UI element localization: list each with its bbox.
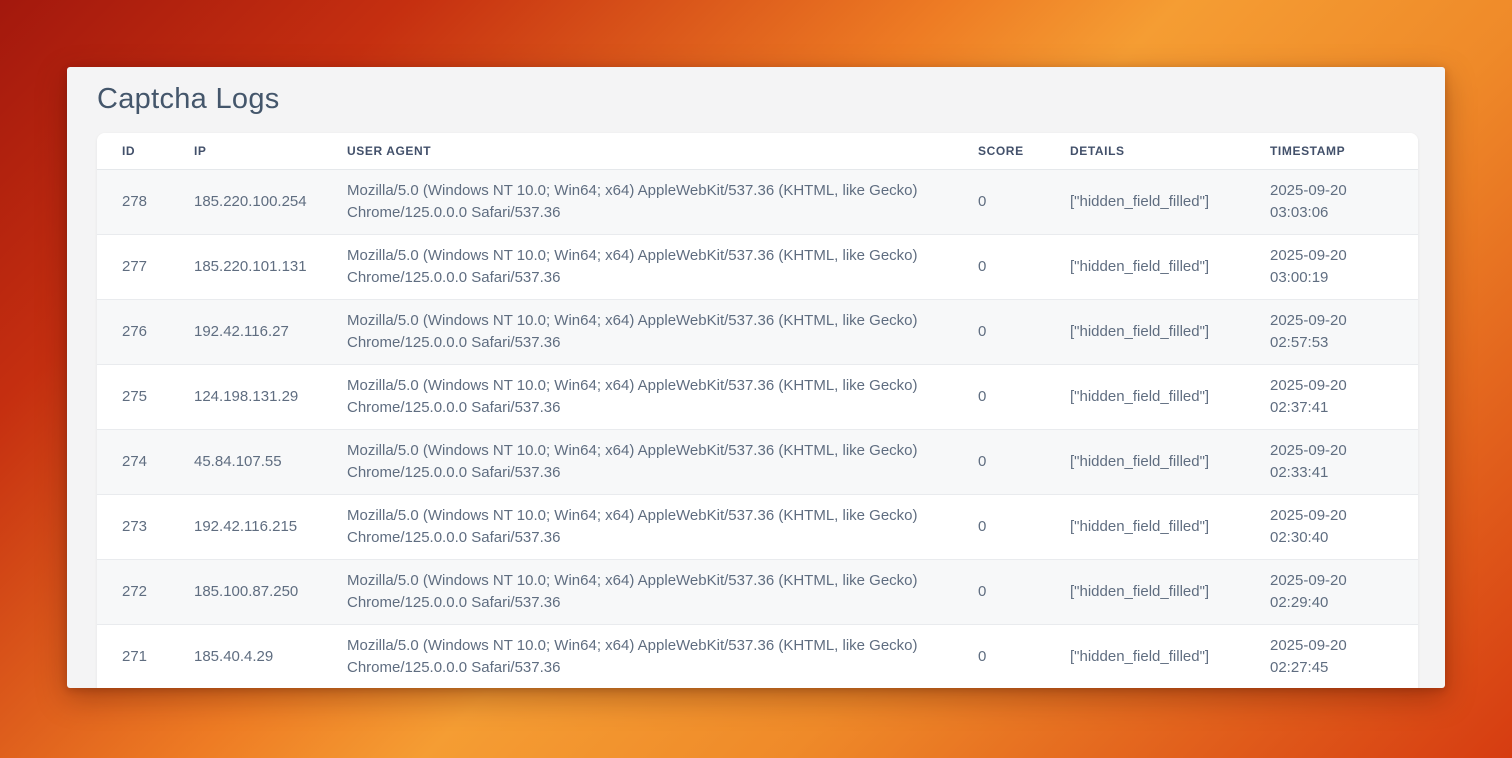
cell-details: ["hidden_field_filled"] <box>1045 169 1245 234</box>
table-body: 278 185.220.100.254 Mozilla/5.0 (Windows… <box>97 169 1418 688</box>
table-row: 272 185.100.87.250 Mozilla/5.0 (Windows … <box>97 559 1418 624</box>
cell-id: 276 <box>97 299 169 364</box>
logs-table-container: ID IP USER AGENT SCORE DETAILS TIMESTAMP… <box>97 133 1418 688</box>
table-row: 274 45.84.107.55 Mozilla/5.0 (Windows NT… <box>97 429 1418 494</box>
cell-ip: 185.220.101.131 <box>169 234 322 299</box>
table-row: 275 124.198.131.29 Mozilla/5.0 (Windows … <box>97 364 1418 429</box>
cell-timestamp: 2025-09-20 02:57:53 <box>1245 299 1418 364</box>
cell-score: 0 <box>953 169 1045 234</box>
cell-user-agent: Mozilla/5.0 (Windows NT 10.0; Win64; x64… <box>322 429 953 494</box>
column-header-score: SCORE <box>953 133 1045 169</box>
cell-user-agent: Mozilla/5.0 (Windows NT 10.0; Win64; x64… <box>322 169 953 234</box>
cell-details: ["hidden_field_filled"] <box>1045 364 1245 429</box>
column-header-details: DETAILS <box>1045 133 1245 169</box>
cell-details: ["hidden_field_filled"] <box>1045 429 1245 494</box>
cell-score: 0 <box>953 559 1045 624</box>
cell-id: 275 <box>97 364 169 429</box>
cell-timestamp: 2025-09-20 03:03:06 <box>1245 169 1418 234</box>
column-header-user-agent: USER AGENT <box>322 133 953 169</box>
cell-user-agent: Mozilla/5.0 (Windows NT 10.0; Win64; x64… <box>322 299 953 364</box>
cell-score: 0 <box>953 429 1045 494</box>
cell-timestamp: 2025-09-20 02:29:40 <box>1245 559 1418 624</box>
cell-details: ["hidden_field_filled"] <box>1045 494 1245 559</box>
cell-timestamp: 2025-09-20 03:00:19 <box>1245 234 1418 299</box>
column-header-ip: IP <box>169 133 322 169</box>
cell-score: 0 <box>953 624 1045 688</box>
table-row: 277 185.220.101.131 Mozilla/5.0 (Windows… <box>97 234 1418 299</box>
cell-id: 278 <box>97 169 169 234</box>
cell-ip: 185.220.100.254 <box>169 169 322 234</box>
cell-score: 0 <box>953 364 1045 429</box>
cell-timestamp: 2025-09-20 02:30:40 <box>1245 494 1418 559</box>
cell-id: 271 <box>97 624 169 688</box>
cell-score: 0 <box>953 234 1045 299</box>
cell-ip: 185.40.4.29 <box>169 624 322 688</box>
cell-details: ["hidden_field_filled"] <box>1045 624 1245 688</box>
cell-ip: 192.42.116.215 <box>169 494 322 559</box>
page-title: Captcha Logs <box>97 83 1445 116</box>
cell-timestamp: 2025-09-20 02:27:45 <box>1245 624 1418 688</box>
cell-id: 272 <box>97 559 169 624</box>
table-row: 273 192.42.116.215 Mozilla/5.0 (Windows … <box>97 494 1418 559</box>
cell-id: 274 <box>97 429 169 494</box>
cell-id: 273 <box>97 494 169 559</box>
captcha-logs-card: Captcha Logs ID IP USER AGENT SCORE DETA… <box>67 67 1445 688</box>
cell-timestamp: 2025-09-20 02:33:41 <box>1245 429 1418 494</box>
cell-ip: 45.84.107.55 <box>169 429 322 494</box>
cell-ip: 192.42.116.27 <box>169 299 322 364</box>
table-header-row: ID IP USER AGENT SCORE DETAILS TIMESTAMP <box>97 133 1418 169</box>
column-header-timestamp: TIMESTAMP <box>1245 133 1418 169</box>
cell-details: ["hidden_field_filled"] <box>1045 299 1245 364</box>
cell-user-agent: Mozilla/5.0 (Windows NT 10.0; Win64; x64… <box>322 624 953 688</box>
cell-ip: 185.100.87.250 <box>169 559 322 624</box>
table-row: 271 185.40.4.29 Mozilla/5.0 (Windows NT … <box>97 624 1418 688</box>
table-row: 276 192.42.116.27 Mozilla/5.0 (Windows N… <box>97 299 1418 364</box>
cell-score: 0 <box>953 494 1045 559</box>
column-header-id: ID <box>97 133 169 169</box>
cell-score: 0 <box>953 299 1045 364</box>
cell-timestamp: 2025-09-20 02:37:41 <box>1245 364 1418 429</box>
cell-user-agent: Mozilla/5.0 (Windows NT 10.0; Win64; x64… <box>322 494 953 559</box>
table-row: 278 185.220.100.254 Mozilla/5.0 (Windows… <box>97 169 1418 234</box>
cell-details: ["hidden_field_filled"] <box>1045 234 1245 299</box>
cell-user-agent: Mozilla/5.0 (Windows NT 10.0; Win64; x64… <box>322 234 953 299</box>
cell-user-agent: Mozilla/5.0 (Windows NT 10.0; Win64; x64… <box>322 364 953 429</box>
table-header: ID IP USER AGENT SCORE DETAILS TIMESTAMP <box>97 133 1418 169</box>
cell-id: 277 <box>97 234 169 299</box>
cell-ip: 124.198.131.29 <box>169 364 322 429</box>
cell-details: ["hidden_field_filled"] <box>1045 559 1245 624</box>
logs-table: ID IP USER AGENT SCORE DETAILS TIMESTAMP… <box>97 133 1418 688</box>
cell-user-agent: Mozilla/5.0 (Windows NT 10.0; Win64; x64… <box>322 559 953 624</box>
